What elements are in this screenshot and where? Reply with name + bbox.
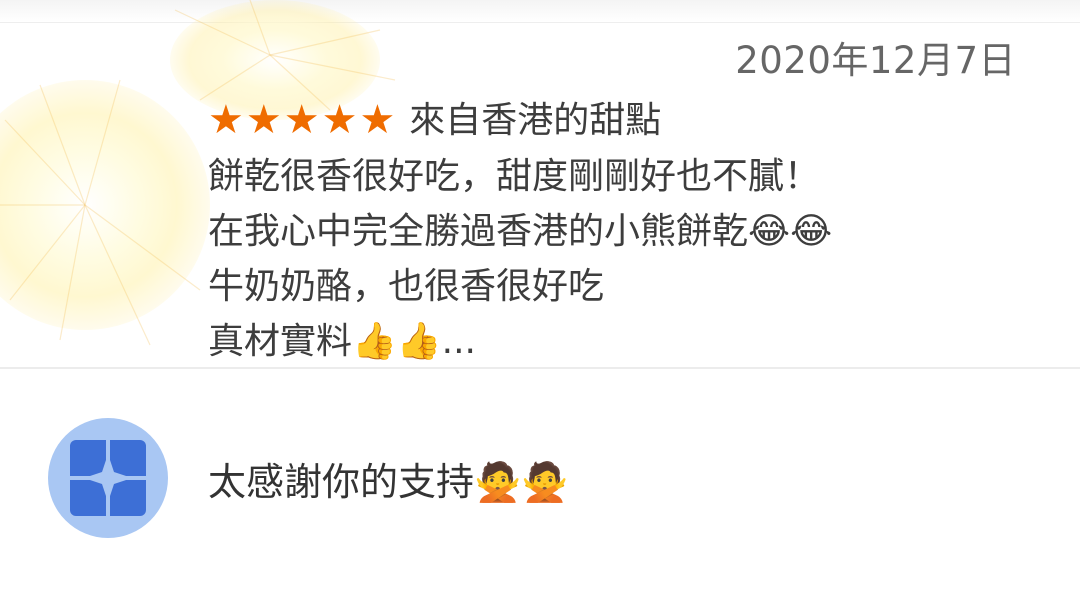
review-date: 2020年12月7日	[735, 39, 1016, 82]
review-text-line: 在我心中完全勝過香港的小熊餅乾😂😂	[208, 211, 833, 252]
store-logo-icon	[70, 440, 146, 516]
review-text-line[interactable]: 真材實料👍👍...	[208, 320, 476, 364]
seller-avatar[interactable]	[48, 418, 168, 538]
review-header: ★★★★★ 來自香港的甜點	[208, 98, 661, 143]
review-text-line: 餅乾很香很好吃，甜度剛剛好也不膩！	[208, 156, 821, 197]
review-text-line: 牛奶奶酪，也很香很好吃	[208, 266, 605, 307]
star-rating: ★★★★★	[208, 97, 398, 143]
review-screen: 2020年12月7日 ★★★★★ 來自香港的甜點 餅乾很香很好吃，甜度剛剛好也不膩…	[0, 0, 1080, 599]
section-divider	[0, 367, 1080, 369]
seller-reply-text: 太感謝你的支持🙅🙅	[208, 460, 569, 504]
reviewer-name: 來自香港的甜點	[409, 100, 662, 141]
